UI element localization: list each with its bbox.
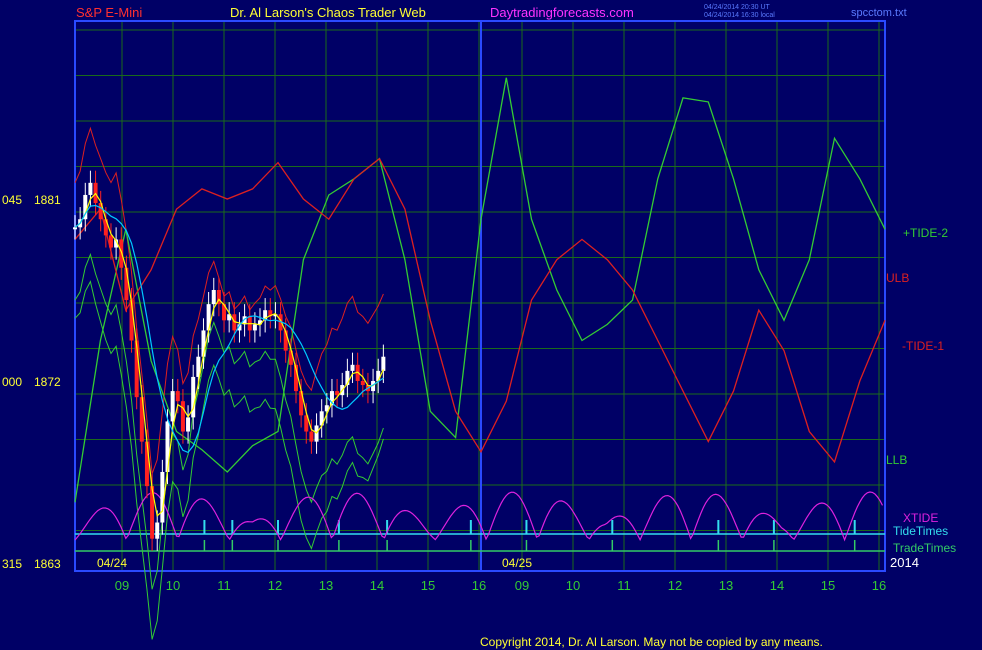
hour-tick-label: 14: [370, 578, 384, 593]
legend-ulb: ULB: [886, 271, 909, 285]
hour-tick-label: 12: [268, 578, 282, 593]
price-bars: [73, 170, 386, 551]
price-bar: [144, 441, 149, 487]
timestamp-local: 04/24/2014 16:30 local: [704, 12, 775, 19]
time-axis: 09 10 11 12 13 14 15 16 09 10 11 12 13 14 15 16: [115, 578, 886, 593]
site-title: Dr. Al Larson's Chaos Trader Web: [230, 5, 426, 20]
hour-tick-label: 13: [319, 578, 333, 593]
price-tick-label: 1881: [34, 193, 61, 207]
alt-tick-label: 315: [2, 557, 22, 571]
price-bar: [180, 401, 185, 432]
price-bar: [108, 235, 113, 248]
price-bar: [119, 239, 124, 268]
legend-llb: LLB: [886, 453, 907, 467]
timestamp-ut: 04/24/2014 20:30 UT: [704, 4, 770, 11]
price-tick-label: 1872: [34, 375, 61, 389]
legend-tide2: +TIDE-2: [903, 226, 948, 240]
hour-tick-label: 11: [617, 578, 631, 593]
legend-tradetimes: TradeTimes: [893, 541, 956, 555]
price-bar: [252, 324, 257, 331]
price-bar: [186, 417, 191, 432]
price-bar: [73, 227, 77, 230]
hour-tick-label: 10: [166, 578, 180, 593]
hour-tick-label: 11: [217, 578, 231, 593]
ulb-line: [74, 126, 384, 474]
hour-tick-label: 12: [668, 578, 682, 593]
instrument-title: S&P E-Mini: [76, 5, 142, 20]
hour-tick-label: 10: [566, 578, 580, 593]
hour-tick-label: 15: [421, 578, 435, 593]
data-filename: spcctom.txt: [851, 7, 907, 19]
copyright: Copyright 2014, Dr. Al Larson. May not b…: [480, 635, 823, 649]
hour-tick-label: 09: [515, 578, 529, 593]
price-bar: [376, 370, 381, 381]
price-bar: [309, 431, 314, 442]
alt-tick-label: 000: [2, 375, 22, 389]
price-bar: [381, 356, 386, 371]
legend-xtide: XTIDE: [903, 511, 938, 525]
price-bar: [350, 364, 355, 371]
legend-tidetimes: TideTimes: [893, 524, 948, 538]
site-url[interactable]: Daytradingforecasts.com: [490, 5, 634, 20]
year-label: 2014: [890, 555, 919, 570]
hour-tick-label: 16: [472, 578, 486, 593]
hour-tick-label: 16: [872, 578, 886, 593]
price-bar: [155, 522, 160, 539]
date-label-2: 04/25: [502, 556, 532, 570]
price-bar: [211, 289, 216, 305]
chart-canvas: S&P E-Mini Dr. Al Larson's Chaos Trader …: [2, 4, 956, 649]
price-bar: [88, 182, 93, 195]
hour-tick-label: 13: [719, 578, 733, 593]
price-bar: [360, 380, 365, 386]
date-label-1: 04/24: [97, 556, 127, 570]
legend-tide1: -TIDE-1: [902, 339, 944, 353]
price-bar: [175, 391, 180, 402]
hour-tick-label: 15: [821, 578, 835, 593]
hour-tick-label: 14: [770, 578, 784, 593]
price-axis: 1881 045 1872 000 1863 315: [2, 193, 61, 571]
alt-tick-label: 045: [2, 193, 22, 207]
price-bar: [170, 391, 175, 422]
price-tick-label: 1863: [34, 557, 61, 571]
hour-tick-label: 09: [115, 578, 129, 593]
